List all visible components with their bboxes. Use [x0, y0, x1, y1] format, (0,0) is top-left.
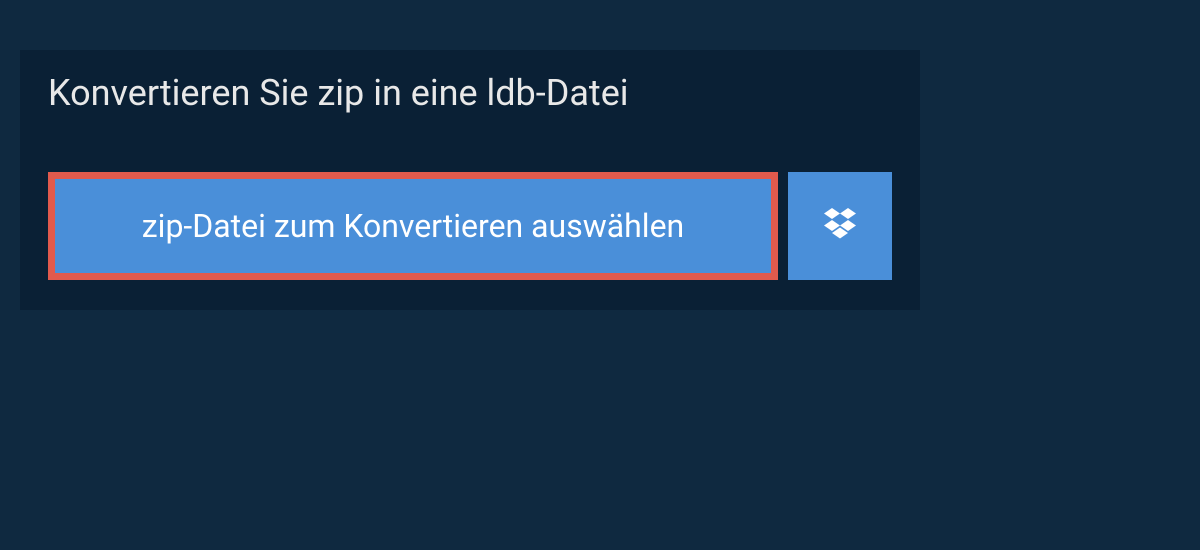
- page-title: Konvertieren Sie zip in eine ldb-Datei: [20, 50, 657, 142]
- select-file-button[interactable]: zip-Datei zum Konvertieren auswählen: [48, 172, 778, 280]
- select-file-label: zip-Datei zum Konvertieren auswählen: [142, 207, 684, 245]
- button-row: zip-Datei zum Konvertieren auswählen: [20, 172, 920, 280]
- dropbox-icon: [820, 204, 860, 248]
- dropbox-button[interactable]: [788, 172, 892, 280]
- converter-panel: Konvertieren Sie zip in eine ldb-Datei z…: [20, 50, 920, 310]
